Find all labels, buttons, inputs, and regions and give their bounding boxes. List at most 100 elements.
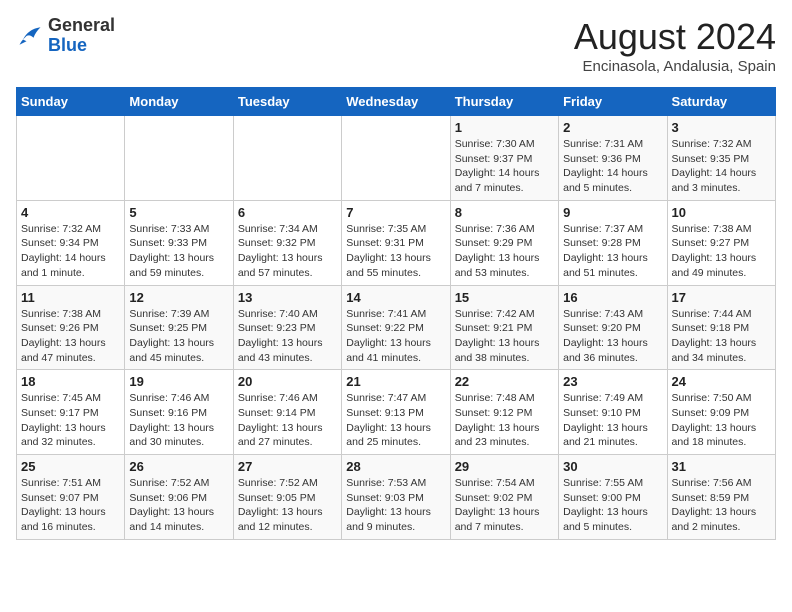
day-info: Sunrise: 7:52 AM Sunset: 9:06 PM Dayligh…: [129, 476, 228, 535]
day-info: Sunrise: 7:38 AM Sunset: 9:26 PM Dayligh…: [21, 307, 120, 366]
week-row-3: 11 Sunrise: 7:38 AM Sunset: 9:26 PM Dayli…: [17, 285, 776, 370]
day-info: Sunrise: 7:32 AM Sunset: 9:34 PM Dayligh…: [21, 222, 120, 281]
calendar-cell: 18Sunrise: 7:45 AM Sunset: 9:17 PM Dayli…: [17, 370, 125, 455]
calendar-cell: 4 Sunrise: 7:32 AM Sunset: 9:34 PM Daylig…: [17, 200, 125, 285]
day-info: Sunrise: 7:36 AM Sunset: 9:29 PM Dayligh…: [455, 222, 554, 281]
day-number: 24: [672, 374, 771, 389]
day-number: 18: [21, 374, 120, 389]
day-number: 12: [129, 290, 228, 305]
calendar-cell: 29 Sunrise: 7:54 AM Sunset: 9:02 PM Dayli…: [450, 455, 558, 540]
day-number: 13: [238, 290, 337, 305]
day-info: Sunrise: 7:56 AM Sunset: 8:59 PM Dayligh…: [672, 476, 771, 535]
calendar-cell: 26 Sunrise: 7:52 AM Sunset: 9:06 PM Dayli…: [125, 455, 233, 540]
calendar-cell: [17, 116, 125, 201]
day-number: 1: [455, 120, 554, 135]
logo: General Blue: [16, 16, 115, 56]
day-info: Sunrise: 7:46 AM Sunset: 9:16 PM Dayligh…: [129, 391, 228, 450]
calendar-cell: [233, 116, 341, 201]
day-info: Sunrise: 7:41 AM Sunset: 9:22 PM Dayligh…: [346, 307, 445, 366]
day-info: Sunrise: 7:37 AM Sunset: 9:28 PM Dayligh…: [563, 222, 662, 281]
day-info: Sunrise: 7:48 AM Sunset: 9:12 PM Dayligh…: [455, 391, 554, 450]
day-info: Sunrise: 7:51 AM Sunset: 9:07 PM Dayligh…: [21, 476, 120, 535]
day-number: 29: [455, 459, 554, 474]
calendar-cell: 13 Sunrise: 7:40 AM Sunset: 9:23 PM Dayli…: [233, 285, 341, 370]
calendar-cell: 12 Sunrise: 7:39 AM Sunset: 9:25 PM Dayli…: [125, 285, 233, 370]
weekday-header-tuesday: Tuesday: [233, 88, 341, 116]
day-info: Sunrise: 7:43 AM Sunset: 9:20 PM Dayligh…: [563, 307, 662, 366]
day-number: 28: [346, 459, 445, 474]
calendar-cell: 31 Sunrise: 7:56 AM Sunset: 8:59 PM Dayli…: [667, 455, 775, 540]
location-subtitle: Encinasola, Andalusia, Spain: [574, 58, 776, 75]
day-info: Sunrise: 7:52 AM Sunset: 9:05 PM Dayligh…: [238, 476, 337, 535]
calendar-cell: 6Sunrise: 7:34 AM Sunset: 9:32 PM Daylig…: [233, 200, 341, 285]
calendar-cell: 27 Sunrise: 7:52 AM Sunset: 9:05 PM Dayli…: [233, 455, 341, 540]
day-number: 31: [672, 459, 771, 474]
calendar-cell: 7Sunrise: 7:35 AM Sunset: 9:31 PM Daylig…: [342, 200, 450, 285]
day-info: Sunrise: 7:44 AM Sunset: 9:18 PM Dayligh…: [672, 307, 771, 366]
day-number: 21: [346, 374, 445, 389]
calendar-cell: 16 Sunrise: 7:43 AM Sunset: 9:20 PM Dayli…: [559, 285, 667, 370]
calendar-table: SundayMondayTuesdayWednesdayThursdayFrid…: [16, 87, 776, 540]
weekday-header-row: SundayMondayTuesdayWednesdayThursdayFrid…: [17, 88, 776, 116]
day-info: Sunrise: 7:54 AM Sunset: 9:02 PM Dayligh…: [455, 476, 554, 535]
weekday-header-wednesday: Wednesday: [342, 88, 450, 116]
day-number: 2: [563, 120, 662, 135]
calendar-cell: 10 Sunrise: 7:38 AM Sunset: 9:27 PM Dayli…: [667, 200, 775, 285]
day-info: Sunrise: 7:33 AM Sunset: 9:33 PM Dayligh…: [129, 222, 228, 281]
day-info: Sunrise: 7:53 AM Sunset: 9:03 PM Dayligh…: [346, 476, 445, 535]
calendar-cell: 23Sunrise: 7:49 AM Sunset: 9:10 PM Dayli…: [559, 370, 667, 455]
calendar-cell: 22 Sunrise: 7:48 AM Sunset: 9:12 PM Dayli…: [450, 370, 558, 455]
calendar-cell: 1 Sunrise: 7:30 AM Sunset: 9:37 PM Daylig…: [450, 116, 558, 201]
day-info: Sunrise: 7:30 AM Sunset: 9:37 PM Dayligh…: [455, 137, 554, 196]
day-info: Sunrise: 7:32 AM Sunset: 9:35 PM Dayligh…: [672, 137, 771, 196]
calendar-cell: 28 Sunrise: 7:53 AM Sunset: 9:03 PM Dayli…: [342, 455, 450, 540]
day-number: 9: [563, 205, 662, 220]
page-header: General Blue August 2024 Encinasola, And…: [16, 16, 776, 75]
calendar-cell: 20Sunrise: 7:46 AM Sunset: 9:14 PM Dayli…: [233, 370, 341, 455]
logo-general: General: [48, 15, 115, 35]
day-number: 15: [455, 290, 554, 305]
day-info: Sunrise: 7:42 AM Sunset: 9:21 PM Dayligh…: [455, 307, 554, 366]
calendar-cell: 21 Sunrise: 7:47 AM Sunset: 9:13 PM Dayli…: [342, 370, 450, 455]
weekday-header-saturday: Saturday: [667, 88, 775, 116]
day-number: 5: [129, 205, 228, 220]
day-number: 30: [563, 459, 662, 474]
title-block: August 2024 Encinasola, Andalusia, Spain: [574, 16, 776, 75]
day-info: Sunrise: 7:39 AM Sunset: 9:25 PM Dayligh…: [129, 307, 228, 366]
month-year-title: August 2024: [574, 16, 776, 58]
day-number: 3: [672, 120, 771, 135]
day-info: Sunrise: 7:40 AM Sunset: 9:23 PM Dayligh…: [238, 307, 337, 366]
weekday-header-monday: Monday: [125, 88, 233, 116]
calendar-cell: 11 Sunrise: 7:38 AM Sunset: 9:26 PM Dayli…: [17, 285, 125, 370]
day-number: 19: [129, 374, 228, 389]
day-number: 8: [455, 205, 554, 220]
day-number: 22: [455, 374, 554, 389]
calendar-cell: [125, 116, 233, 201]
day-info: Sunrise: 7:46 AM Sunset: 9:14 PM Dayligh…: [238, 391, 337, 450]
day-number: 16: [563, 290, 662, 305]
calendar-cell: 5 Sunrise: 7:33 AM Sunset: 9:33 PM Daylig…: [125, 200, 233, 285]
week-row-1: 1 Sunrise: 7:30 AM Sunset: 9:37 PM Daylig…: [17, 116, 776, 201]
day-number: 14: [346, 290, 445, 305]
day-info: Sunrise: 7:47 AM Sunset: 9:13 PM Dayligh…: [346, 391, 445, 450]
weekday-header-thursday: Thursday: [450, 88, 558, 116]
day-number: 27: [238, 459, 337, 474]
calendar-cell: 8 Sunrise: 7:36 AM Sunset: 9:29 PM Daylig…: [450, 200, 558, 285]
calendar-cell: 19 Sunrise: 7:46 AM Sunset: 9:16 PM Dayli…: [125, 370, 233, 455]
calendar-cell: 3 Sunrise: 7:32 AM Sunset: 9:35 PM Daylig…: [667, 116, 775, 201]
day-number: 4: [21, 205, 120, 220]
day-info: Sunrise: 7:38 AM Sunset: 9:27 PM Dayligh…: [672, 222, 771, 281]
weekday-header-friday: Friday: [559, 88, 667, 116]
logo-bird-icon: [16, 22, 44, 50]
logo-blue: Blue: [48, 35, 87, 55]
calendar-cell: 24Sunrise: 7:50 AM Sunset: 9:09 PM Dayli…: [667, 370, 775, 455]
calendar-cell: 9 Sunrise: 7:37 AM Sunset: 9:28 PM Daylig…: [559, 200, 667, 285]
day-info: Sunrise: 7:31 AM Sunset: 9:36 PM Dayligh…: [563, 137, 662, 196]
day-number: 26: [129, 459, 228, 474]
day-number: 25: [21, 459, 120, 474]
day-info: Sunrise: 7:55 AM Sunset: 9:00 PM Dayligh…: [563, 476, 662, 535]
logo-text: General Blue: [48, 16, 115, 56]
day-number: 11: [21, 290, 120, 305]
day-number: 10: [672, 205, 771, 220]
day-info: Sunrise: 7:34 AM Sunset: 9:32 PM Dayligh…: [238, 222, 337, 281]
